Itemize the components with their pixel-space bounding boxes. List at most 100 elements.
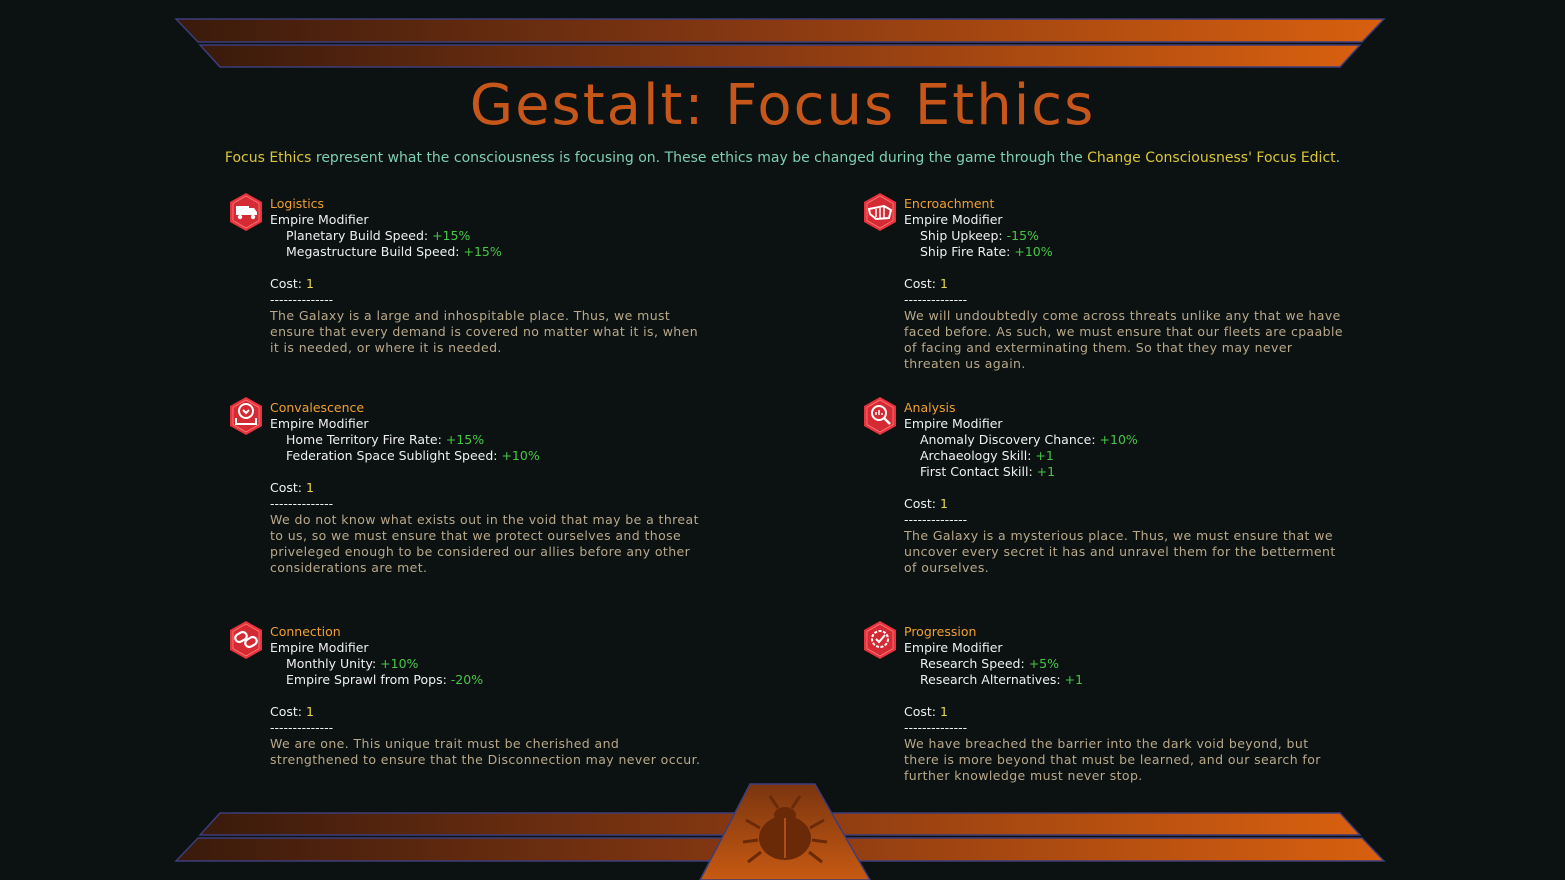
effect-line: Archaeology Skill: +1 bbox=[904, 448, 1344, 464]
separator: -------------- bbox=[270, 720, 334, 735]
fist-icon bbox=[864, 193, 896, 231]
ethic-name: Analysis bbox=[904, 400, 956, 415]
effect-value: +10% bbox=[1099, 432, 1138, 447]
effect-line: Monthly Unity: +10% bbox=[270, 656, 710, 672]
separator: -------------- bbox=[904, 512, 968, 527]
effect-label: Megastructure Build Speed: bbox=[286, 244, 464, 259]
ethic-description: The Galaxy is a large and inhospitable p… bbox=[270, 308, 699, 355]
effect-value: +15% bbox=[463, 244, 502, 259]
ethic-logistics: Logistics Empire Modifier Planetary Buil… bbox=[230, 193, 710, 356]
modifier-label: Empire Modifier bbox=[270, 640, 369, 655]
effect-value: +1 bbox=[1064, 672, 1084, 687]
cost-line: Cost: 1 bbox=[270, 704, 710, 720]
separator: -------------- bbox=[270, 496, 334, 511]
effect-line: First Contact Skill: +1 bbox=[904, 464, 1344, 480]
effect-value: +1 bbox=[1036, 464, 1056, 479]
effect-value: +5% bbox=[1028, 656, 1059, 671]
cost-label: Cost: bbox=[270, 276, 306, 291]
modifier-label: Empire Modifier bbox=[904, 212, 1003, 227]
ethic-description: We are one. This unique trait must be ch… bbox=[270, 736, 701, 767]
separator: -------------- bbox=[904, 720, 968, 735]
chain-link-icon bbox=[230, 621, 262, 659]
effect-label: Monthly Unity: bbox=[286, 656, 381, 671]
ethic-description: We do not know what exists out in the vo… bbox=[270, 512, 699, 575]
ethic-name: Encroachment bbox=[904, 196, 995, 211]
ethic-convalescence: Convalescence Empire Modifier Home Terri… bbox=[230, 397, 710, 576]
ethic-progression: Progression Empire Modifier Research Spe… bbox=[864, 621, 1344, 784]
effect-label: Archaeology Skill: bbox=[920, 448, 1036, 463]
ethic-name: Progression bbox=[904, 624, 977, 639]
effect-label: Research Speed: bbox=[920, 656, 1029, 671]
effect-label: Ship Upkeep: bbox=[920, 228, 1007, 243]
magnifier-chart-icon bbox=[864, 397, 896, 435]
effect-value: +10% bbox=[1014, 244, 1053, 259]
ethic-description: We will undoubtedly come across threats … bbox=[904, 308, 1343, 371]
effect-line: Ship Upkeep: -15% bbox=[904, 228, 1344, 244]
cost-label: Cost: bbox=[904, 496, 940, 511]
effect-label: Empire Sprawl from Pops: bbox=[286, 672, 451, 687]
effect-line: Megastructure Build Speed: +15% bbox=[270, 244, 710, 260]
cost-label: Cost: bbox=[270, 704, 306, 719]
effect-value: +15% bbox=[445, 432, 485, 447]
effect-label: Home Territory Fire Rate: bbox=[286, 432, 446, 447]
cost-value: 1 bbox=[305, 276, 314, 291]
cost-value: 1 bbox=[305, 480, 314, 495]
subtitle-end: . bbox=[1335, 150, 1341, 166]
separator: -------------- bbox=[904, 292, 968, 307]
ethic-description: The Galaxy is a mysterious place. Thus, … bbox=[904, 528, 1336, 575]
subtitle-highlight-focus: Focus Ethics bbox=[224, 150, 312, 166]
effect-line: Ship Fire Rate: +10% bbox=[904, 244, 1344, 260]
cost-label: Cost: bbox=[270, 480, 306, 495]
ethic-description: We have breached the barrier into the da… bbox=[904, 736, 1321, 783]
truck-icon bbox=[230, 193, 262, 231]
ethic-name: Logistics bbox=[270, 196, 325, 211]
cost-line: Cost: 1 bbox=[904, 276, 1344, 292]
cost-line: Cost: 1 bbox=[904, 496, 1344, 512]
effect-line: Anomaly Discovery Chance: +10% bbox=[904, 432, 1344, 448]
cost-label: Cost: bbox=[904, 704, 940, 719]
cost-value: 1 bbox=[939, 496, 948, 511]
ethic-analysis: Analysis Empire Modifier Anomaly Discove… bbox=[864, 397, 1344, 576]
effect-value: +10% bbox=[501, 448, 540, 463]
effect-value: +10% bbox=[380, 656, 419, 671]
effect-label: Planetary Build Speed: bbox=[286, 228, 433, 243]
subtitle-text: represent what the consciousness is focu… bbox=[311, 150, 1088, 166]
effect-line: Research Speed: +5% bbox=[904, 656, 1344, 672]
modifier-label: Empire Modifier bbox=[270, 416, 369, 431]
effect-label: Research Alternatives: bbox=[920, 672, 1065, 687]
effect-label: Federation Space Sublight Speed: bbox=[286, 448, 502, 463]
effect-value: -15% bbox=[1006, 228, 1039, 243]
modifier-label: Empire Modifier bbox=[904, 640, 1003, 655]
effect-value: +1 bbox=[1035, 448, 1054, 463]
effect-label: Ship Fire Rate: bbox=[920, 244, 1015, 259]
cost-value: 1 bbox=[305, 704, 314, 719]
page-title: Gestalt: Focus Ethics bbox=[469, 73, 1096, 138]
cost-line: Cost: 1 bbox=[904, 704, 1344, 720]
cost-value: 1 bbox=[939, 704, 948, 719]
effect-label: Anomaly Discovery Chance: bbox=[920, 432, 1100, 447]
modifier-label: Empire Modifier bbox=[270, 212, 369, 227]
modifier-label: Empire Modifier bbox=[904, 416, 1003, 431]
ethic-encroachment: Encroachment Empire Modifier Ship Upkeep… bbox=[864, 193, 1344, 372]
effect-line: Empire Sprawl from Pops: -20% bbox=[270, 672, 710, 688]
effect-line: Home Territory Fire Rate: +15% bbox=[270, 432, 710, 448]
ethic-connection: Connection Empire Modifier Monthly Unity… bbox=[230, 621, 710, 768]
effect-line: Planetary Build Speed: +15% bbox=[270, 228, 710, 244]
effect-value: +15% bbox=[432, 228, 471, 243]
effect-line: Federation Space Sublight Speed: +10% bbox=[270, 448, 710, 464]
cost-line: Cost: 1 bbox=[270, 480, 710, 496]
subtitle-highlight-edict: Change Consciousness' Focus Edict bbox=[1087, 150, 1336, 166]
page-subtitle: Focus Ethics represent what the consciou… bbox=[0, 148, 1565, 168]
cost-label: Cost: bbox=[904, 276, 940, 291]
cost-line: Cost: 1 bbox=[270, 276, 710, 292]
separator: -------------- bbox=[270, 292, 334, 307]
effect-line: Research Alternatives: +1 bbox=[904, 672, 1344, 688]
effect-label: First Contact Skill: bbox=[920, 464, 1037, 479]
cost-value: 1 bbox=[939, 276, 948, 291]
ethic-name: Connection bbox=[270, 624, 341, 639]
top-bars bbox=[174, 18, 1386, 68]
effect-value: -20% bbox=[450, 672, 484, 687]
checkmark-gear-icon bbox=[864, 621, 896, 659]
hand-heart-icon bbox=[230, 397, 262, 435]
ethic-name: Convalescence bbox=[270, 400, 365, 415]
